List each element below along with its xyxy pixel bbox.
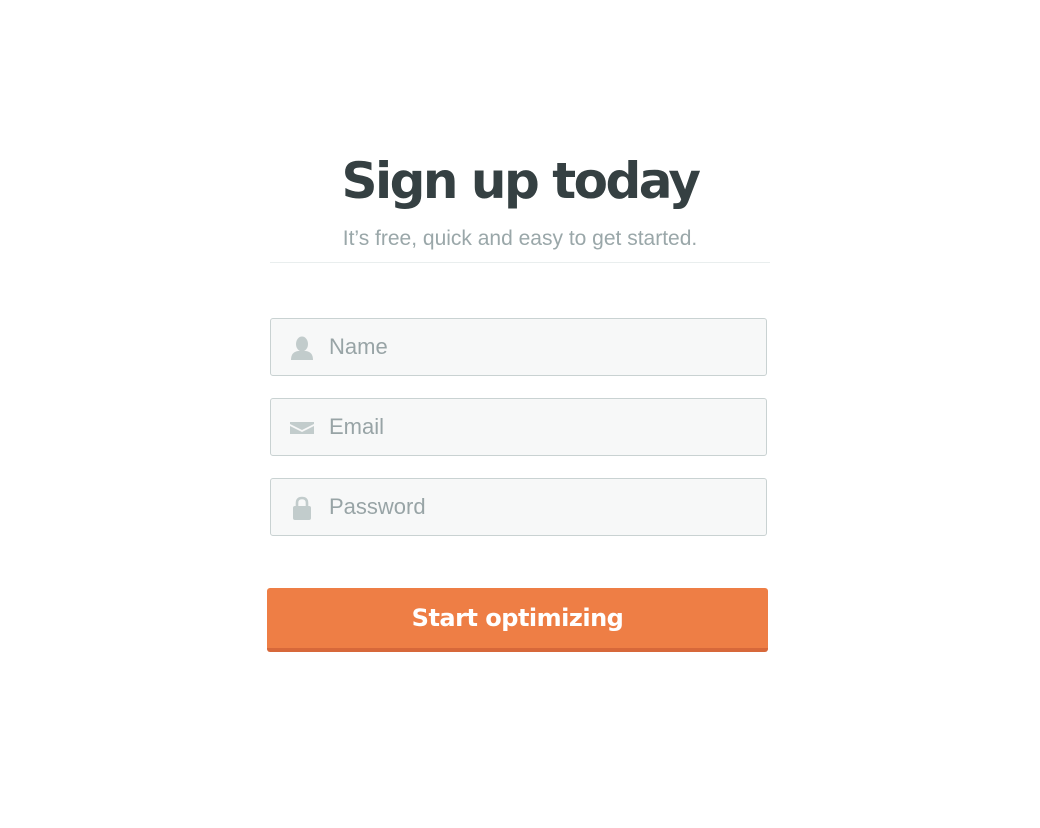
user-icon [291,336,313,360]
envelope-icon [290,422,314,434]
start-optimizing-button[interactable]: Start optimizing [267,588,768,652]
page-title: Sign up today [341,152,701,210]
header-divider [270,262,770,263]
email-input[interactable] [329,399,749,455]
password-field[interactable] [270,478,767,536]
lock-icon [293,496,311,520]
email-field[interactable] [270,398,767,456]
password-input[interactable] [329,479,749,535]
page-subtitle: It’s free, quick and easy to get started… [342,227,698,250]
name-field[interactable] [270,318,767,376]
name-input[interactable] [329,319,749,375]
